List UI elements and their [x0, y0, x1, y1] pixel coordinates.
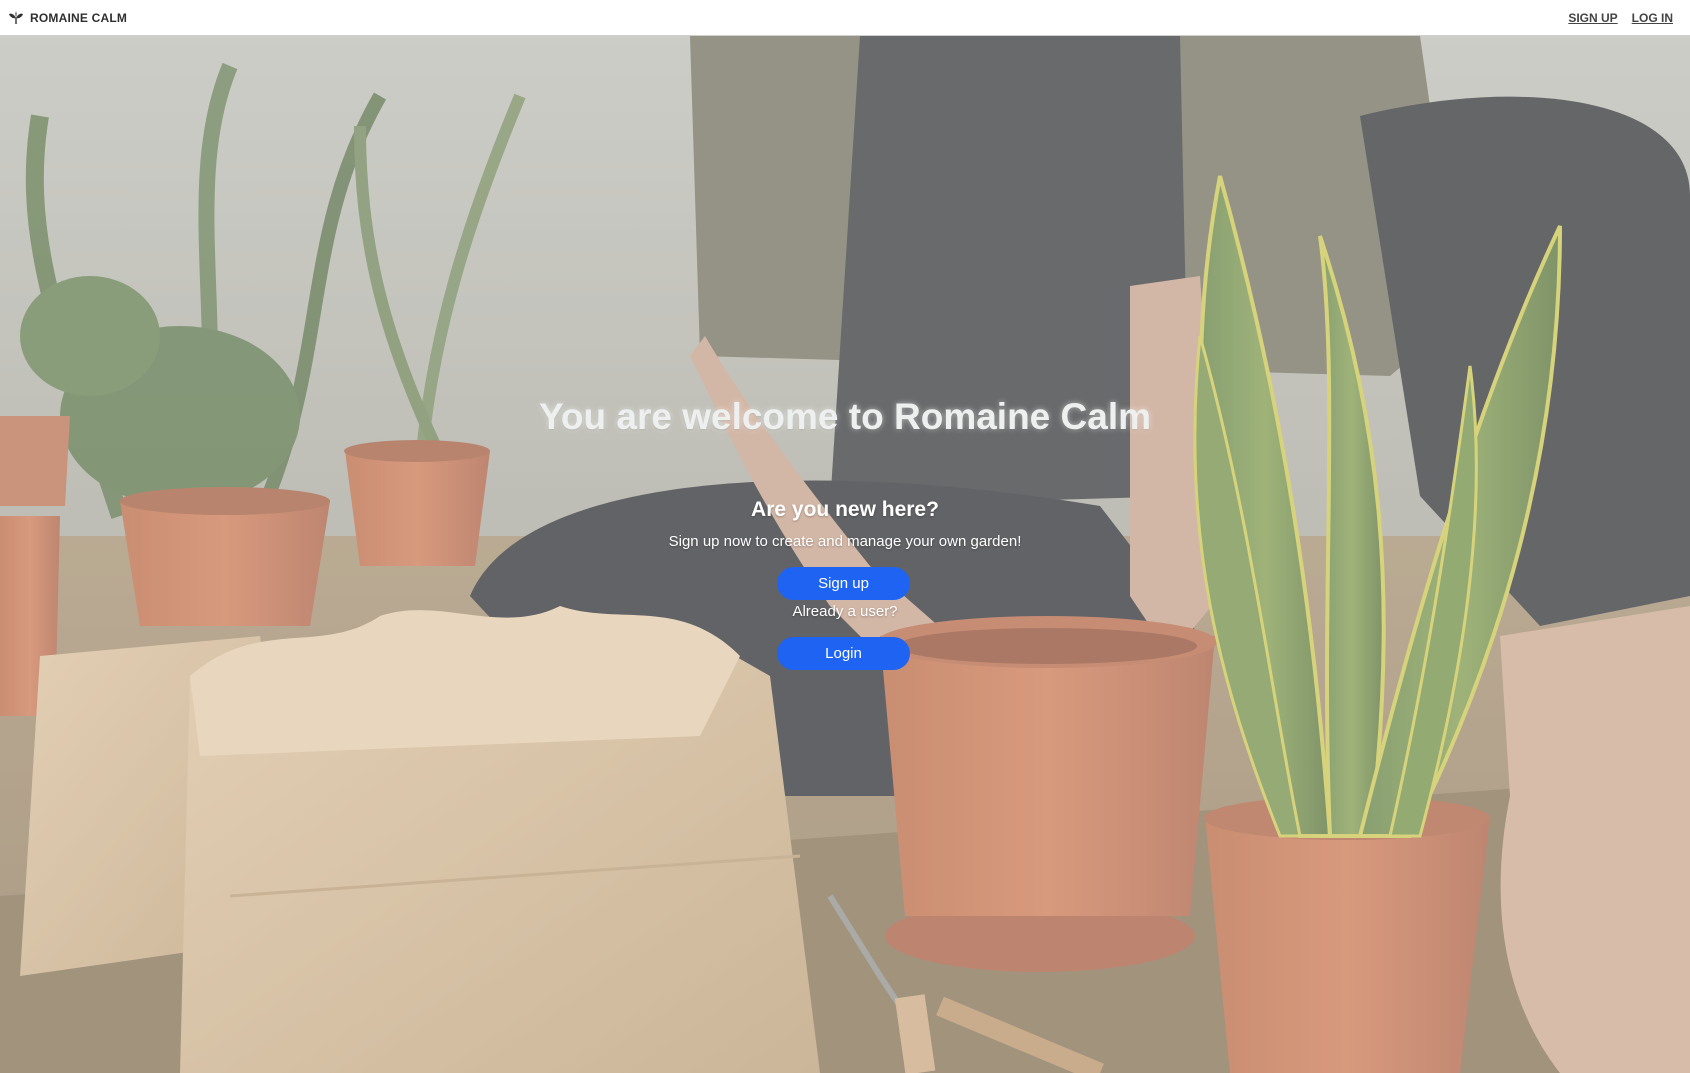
login-button[interactable]: Login — [777, 637, 910, 670]
leaf-sprout-icon — [8, 11, 24, 25]
hero-description: Sign up now to create and manage your ow… — [668, 533, 1022, 550]
hero-title: You are welcome to Romaine Calm — [538, 396, 1152, 437]
signup-button[interactable]: Sign up — [777, 567, 910, 600]
hero-section: You are welcome to Romaine Calm Are you … — [0, 36, 1690, 1073]
nav-links: SIGN UP LOG IN — [1568, 11, 1673, 25]
hero-content: You are welcome to Romaine Calm Are you … — [0, 36, 1690, 1073]
already-user-text: Already a user? — [792, 603, 898, 620]
nav-signup-link[interactable]: SIGN UP — [1568, 11, 1617, 25]
brand-link[interactable]: ROMAINE CALM — [8, 11, 127, 25]
hero-subtitle: Are you new here? — [751, 498, 939, 521]
nav-login-link[interactable]: LOG IN — [1632, 11, 1673, 25]
top-navbar: ROMAINE CALM SIGN UP LOG IN — [0, 0, 1690, 36]
brand-name: ROMAINE CALM — [30, 10, 128, 25]
